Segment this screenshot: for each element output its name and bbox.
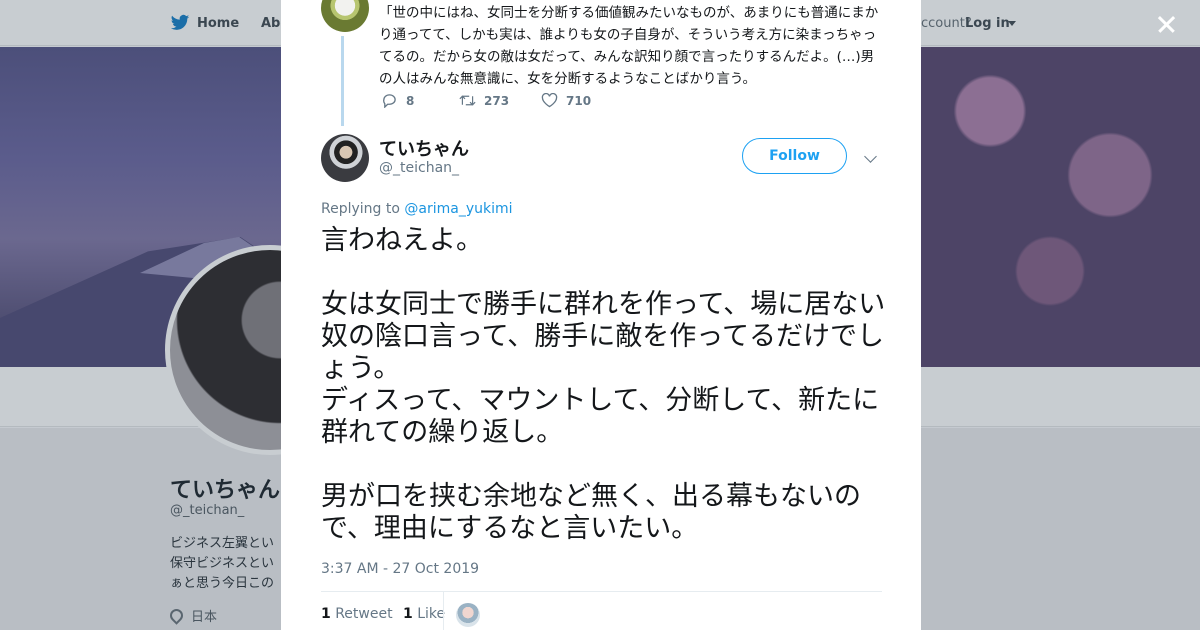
profile-location: 日本 (167, 606, 218, 625)
author-handle[interactable]: @_teichan_ (379, 160, 459, 176)
nav-home-link[interactable]: Home (197, 16, 239, 31)
profile-name: ていちゃん (170, 478, 281, 503)
like-count: 710 (566, 94, 592, 108)
twitter-bird-icon[interactable] (170, 14, 190, 32)
reply-button[interactable]: 8 (381, 93, 414, 108)
location-text: 日本 (191, 610, 218, 625)
divider (321, 591, 882, 592)
chevron-down-icon[interactable] (1008, 21, 1016, 26)
retweets-count: 1 (321, 606, 331, 622)
likes-label: Like (417, 606, 446, 622)
bio-line: ぁと思う今日この (170, 576, 275, 591)
thread-connector (341, 36, 344, 126)
divider (443, 592, 444, 630)
retweets-stat[interactable]: 1 Retweet (321, 606, 393, 622)
replying-to-link[interactable]: @arima_yukimi (404, 201, 512, 217)
retweet-count: 273 (484, 94, 510, 108)
close-icon[interactable] (1152, 10, 1180, 38)
tweet-modal: 「世の中にはね、女同士を分断する価値観みたいなものが、あまりにも普通にまかり通っ… (281, 0, 921, 630)
retweet-button[interactable]: 273 (459, 93, 509, 108)
likes-count: 1 (403, 606, 413, 622)
tweet-text: 言わねえよ。 女は女同士で勝手に群れを作って、場に居ない奴の陰口言って、勝手に敵… (321, 225, 886, 544)
tweet-timestamp[interactable]: 3:37 AM - 27 Oct 2019 (321, 561, 479, 577)
login-link[interactable]: Log in (965, 16, 1010, 31)
reply-icon (383, 94, 396, 108)
like-icon (541, 93, 558, 108)
like-button[interactable]: 710 (541, 93, 591, 108)
retweets-label: Retweet (335, 606, 393, 622)
author-name[interactable]: ていちゃん (379, 135, 469, 161)
liker-avatar[interactable] (456, 603, 480, 627)
reply-count: 8 (406, 94, 415, 108)
replying-prefix: Replying to (321, 201, 400, 217)
profile-bio: ビジネス左翼とい 保守ビジネスとい ぁと思う今日この (170, 534, 280, 594)
likes-stat[interactable]: 1 Like (403, 606, 445, 622)
location-icon (167, 606, 186, 625)
previous-tweet-avatar[interactable] (321, 0, 369, 32)
bio-line: 保守ビジネスとい (170, 556, 275, 571)
bio-line: ビジネス左翼とい (170, 536, 275, 551)
follow-button[interactable]: Follow (742, 138, 847, 174)
retweet-icon (459, 95, 476, 106)
chevron-down-icon[interactable] (864, 150, 877, 163)
replying-to: Replying to @arima_yukimi (321, 201, 513, 217)
previous-tweet-text: 「世の中にはね、女同士を分断する価値観みたいなものが、あまりにも普通にまかり通っ… (379, 5, 879, 87)
profile-handle: @_teichan_ (170, 503, 245, 518)
tweet-stats: 1 Retweet 1 Like (321, 606, 445, 622)
author-avatar[interactable] (321, 134, 369, 182)
banner-cherry-trees (900, 47, 1200, 367)
